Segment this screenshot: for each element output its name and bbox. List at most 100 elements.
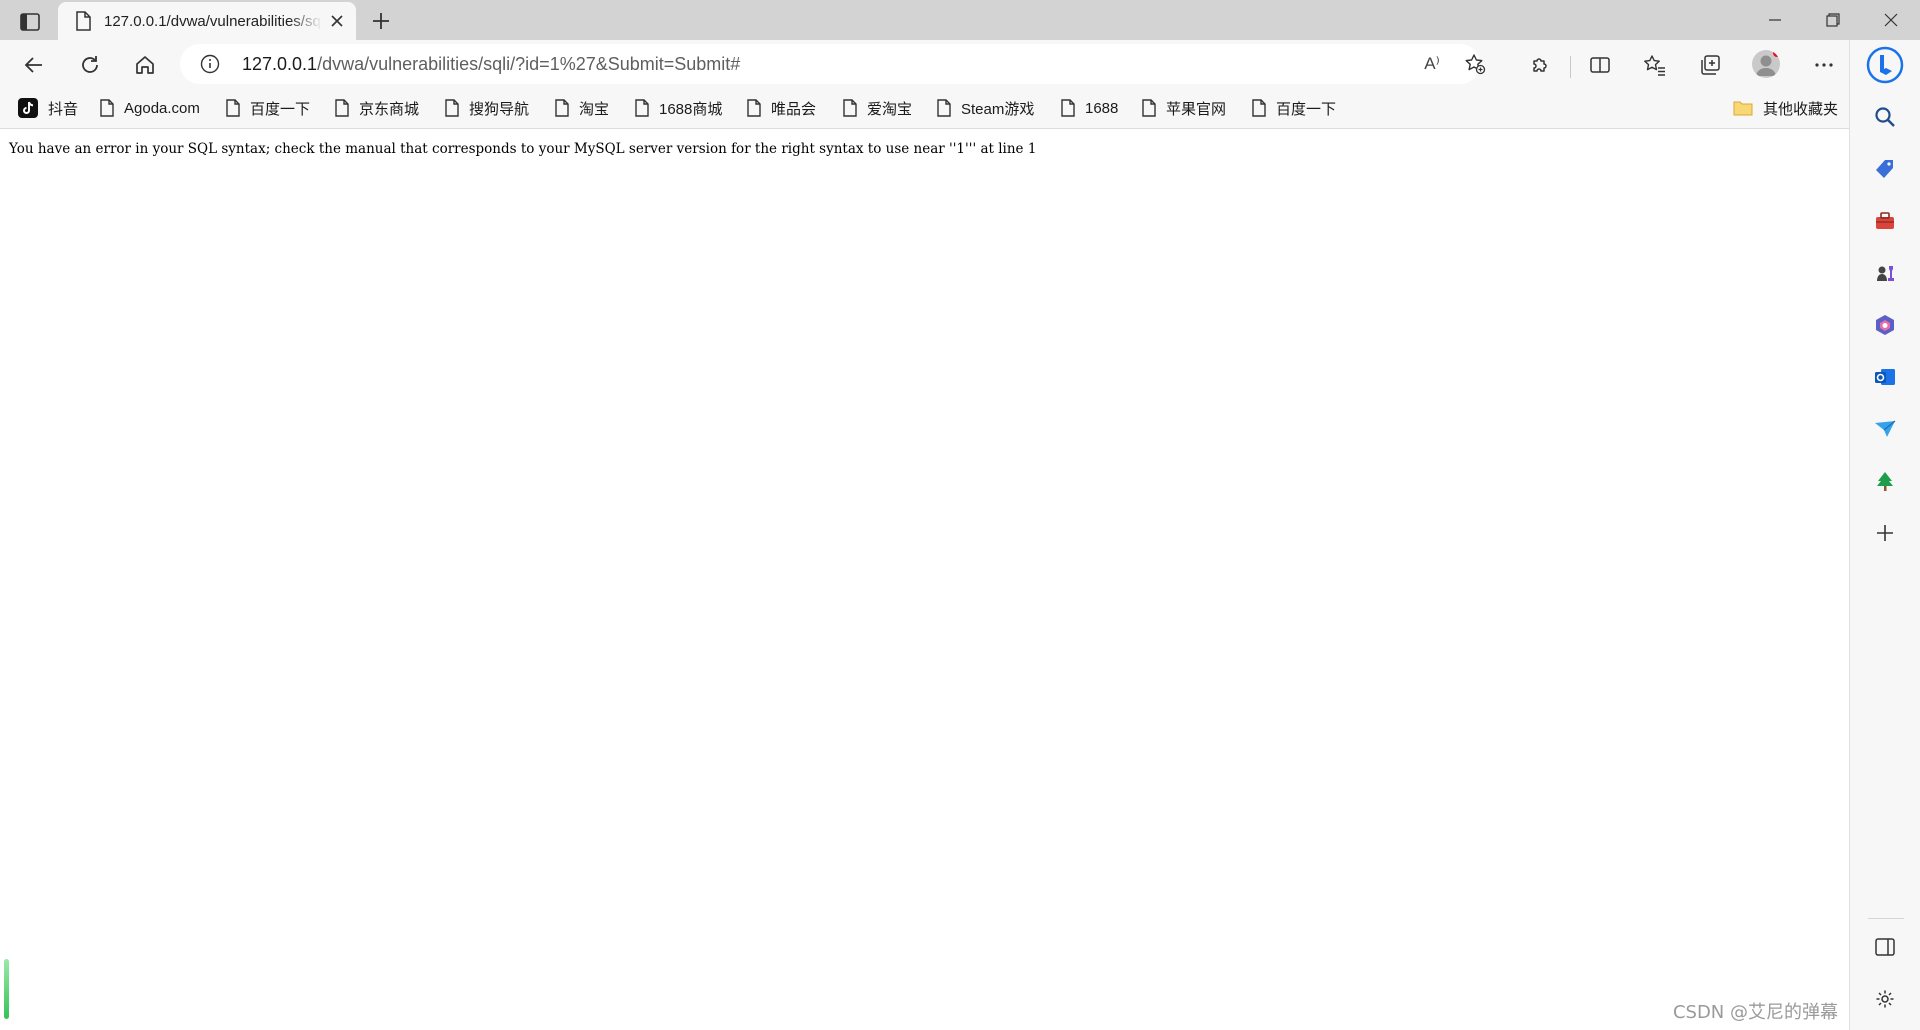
bookmark-1688[interactable]: 1688: [1061, 88, 1118, 128]
paper-plane-icon: [1875, 420, 1896, 437]
settings-menu-button[interactable]: [1809, 50, 1839, 80]
page-icon: [747, 99, 761, 117]
copilot-button[interactable]: [1866, 46, 1904, 84]
home-button[interactable]: [130, 50, 160, 80]
close-window-button[interactable]: [1871, 6, 1911, 34]
sidebar-settings-button[interactable]: [1872, 986, 1898, 1012]
extensions-button[interactable]: [1525, 50, 1555, 80]
collections-icon: [1701, 55, 1720, 75]
split-screen-button[interactable]: [1585, 50, 1615, 80]
outlook-icon: [1875, 369, 1895, 385]
bookmark-label: 爱淘宝: [867, 100, 913, 118]
page-icon: [555, 99, 569, 117]
refresh-icon: [82, 56, 98, 73]
page-icon: [226, 99, 240, 117]
toolbox-icon: [1876, 212, 1894, 229]
page-icon: [635, 99, 649, 117]
split-screen-icon: [1590, 57, 1610, 73]
bookmarks-bar: 抖音 Agoda.com 百度一下 京东商城 搜狗导航 淘宝 1688商城 唯品…: [0, 88, 1850, 129]
restore-button[interactable]: [1813, 6, 1853, 34]
bing-copilot-icon: [1866, 46, 1904, 84]
page-icon: [1142, 99, 1156, 117]
bookmark-aitaobao[interactable]: 爱淘宝: [843, 88, 912, 128]
bookmark-label: 搜狗导航: [469, 100, 530, 118]
page-icon: [1061, 99, 1075, 117]
plus-icon: [1877, 525, 1893, 541]
bookmark-label: Steam游戏: [961, 100, 1035, 118]
collections-button[interactable]: [1695, 50, 1725, 80]
site-info-icon[interactable]: [200, 54, 220, 74]
sidebar-send-button[interactable]: [1872, 416, 1898, 442]
bookmark-label: 1688商城: [659, 100, 723, 118]
edge-sidebar: [1849, 40, 1920, 1030]
active-tab[interactable]: 127.0.0.1/dvwa/vulnerabilities/sqli/?id=…: [58, 2, 356, 40]
microsoft-365-icon: [1876, 315, 1894, 335]
refresh-button[interactable]: [75, 50, 105, 80]
sidebar-office-button[interactable]: [1872, 312, 1898, 338]
bookmark-label: 淘宝: [579, 100, 610, 118]
bookmark-steam[interactable]: Steam游戏: [937, 88, 1034, 128]
bookmark-label: 京东商城: [359, 100, 420, 118]
page-icon: [1252, 99, 1266, 117]
sidebar-hide-button[interactable]: [1872, 934, 1898, 960]
bookmark-vip[interactable]: 唯品会: [747, 88, 816, 128]
page-icon: [445, 99, 459, 117]
tiktok-icon: [18, 98, 38, 118]
close-tab-icon[interactable]: [328, 12, 346, 30]
page-icon: [335, 99, 349, 117]
back-button[interactable]: [19, 50, 49, 80]
bookmark-baidu-2[interactable]: 百度一下: [1252, 88, 1336, 128]
sidebar-divider: [1868, 918, 1904, 919]
url-text[interactable]: 127.0.0.1/dvwa/vulnerabilities/sqli/?id=…: [242, 54, 740, 75]
bookmark-jd[interactable]: 京东商城: [335, 88, 419, 128]
add-favorite-button[interactable]: [1463, 52, 1487, 76]
address-bar[interactable]: 127.0.0.1/dvwa/vulnerabilities/sqli/?id=…: [180, 44, 1486, 84]
sidebar-search-button[interactable]: [1872, 104, 1898, 130]
folder-icon: [1733, 101, 1753, 116]
favorites-button[interactable]: [1640, 50, 1670, 80]
page-icon: [843, 99, 857, 117]
bookmark-baidu[interactable]: 百度一下: [226, 88, 310, 128]
bookmark-label: 苹果官网: [1166, 100, 1227, 118]
other-favorites-label: 其他收藏夹: [1762, 100, 1838, 118]
bookmark-sogou[interactable]: 搜狗导航: [445, 88, 529, 128]
bookmark-label: 唯品会: [771, 100, 817, 118]
notification-dot: [1773, 50, 1780, 57]
sidebar-tree-button[interactable]: [1872, 468, 1898, 494]
tree-icon: [1877, 472, 1893, 491]
star-add-icon: [1465, 54, 1486, 75]
sidebar-panel-icon: [1875, 938, 1895, 956]
page-icon: [937, 99, 951, 117]
tab-actions-button[interactable]: [14, 8, 46, 36]
gear-icon: [1876, 990, 1894, 1008]
other-favorites-folder[interactable]: 其他收藏夹: [1733, 88, 1838, 128]
bookmark-agoda[interactable]: Agoda.com: [100, 88, 200, 128]
bookmark-label: 抖音: [48, 100, 79, 118]
bookmark-label: 百度一下: [1276, 100, 1337, 118]
favorites-list-icon: [1644, 55, 1665, 76]
tab-actions-icon: [20, 13, 40, 31]
bookmark-taobao[interactable]: 淘宝: [555, 88, 609, 128]
sidebar-tools-button[interactable]: [1872, 208, 1898, 234]
url-host: 127.0.0.1: [242, 54, 318, 74]
sidebar-outlook-button[interactable]: [1872, 364, 1898, 390]
tab-strip: 127.0.0.1/dvwa/vulnerabilities/sqli/?id=…: [0, 0, 1920, 40]
bookmark-label: Agoda.com: [124, 99, 200, 117]
sidebar-games-button[interactable]: [1872, 260, 1898, 286]
sidebar-shopping-button[interactable]: [1872, 156, 1898, 182]
sidebar-add-button[interactable]: [1872, 520, 1898, 546]
bookmark-1688-mall[interactable]: 1688商城: [635, 88, 722, 128]
minimize-button[interactable]: [1755, 6, 1795, 34]
back-arrow-icon: [24, 57, 42, 73]
read-aloud-icon: A⁾: [1424, 54, 1440, 73]
profile-avatar[interactable]: [1752, 50, 1780, 78]
url-path: /dvwa/vulnerabilities/sqli/?id=1%27&Subm…: [317, 54, 741, 74]
read-aloud-button[interactable]: A⁾: [1420, 52, 1444, 76]
toolbar: 127.0.0.1/dvwa/vulnerabilities/sqli/?id=…: [0, 40, 1920, 88]
home-icon: [136, 56, 154, 74]
bookmark-apple[interactable]: 苹果官网: [1142, 88, 1226, 128]
restore-icon: [1826, 13, 1840, 27]
bookmark-douyin[interactable]: 抖音: [18, 88, 78, 128]
new-tab-icon[interactable]: [368, 8, 394, 34]
bookmark-label: 百度一下: [250, 100, 311, 118]
